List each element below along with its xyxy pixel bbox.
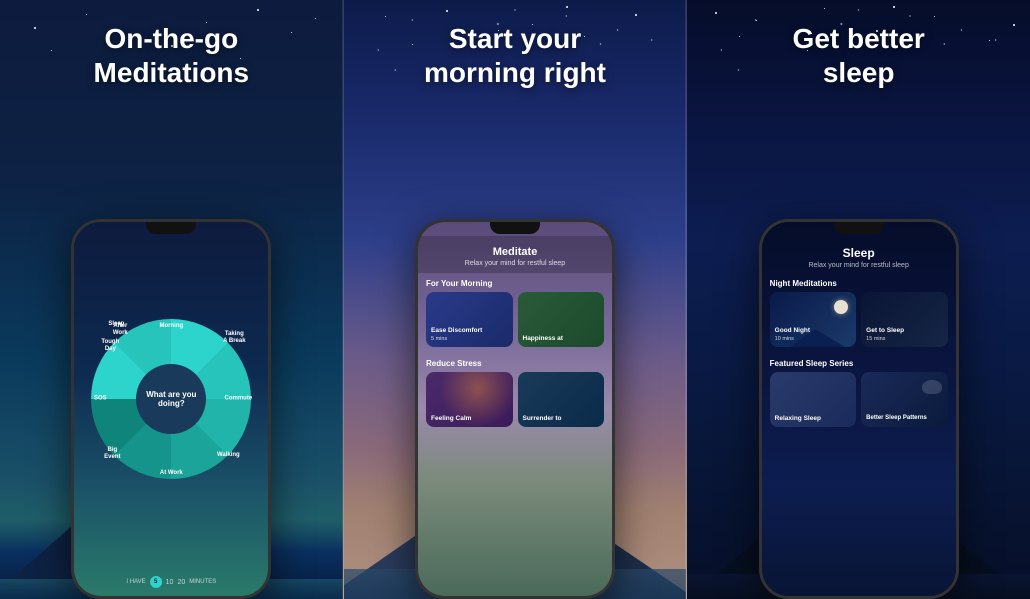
get-to-sleep-text: Get to Sleep 15 mins [866, 327, 904, 343]
panel-3-title: Get better sleep [773, 0, 945, 105]
phone-screen-2: Meditate Relax your mind for restful sle… [418, 222, 612, 596]
star [51, 50, 52, 51]
star [739, 36, 740, 37]
phone-mockup-3: Sleep Relax your mind for restful sleep … [687, 105, 1030, 599]
better-sleep-card[interactable]: Better Sleep Patterns [861, 372, 948, 427]
phone-device-3: Sleep Relax your mind for restful sleep … [759, 219, 959, 599]
phone-mockup-1: What are you doing? Morning TakingA Brea… [0, 105, 343, 599]
phone-notch-2 [490, 222, 540, 234]
star [756, 20, 757, 21]
relaxing-sleep-card[interactable]: Relaxing Sleep [770, 372, 857, 427]
card-happiness-text: Happiness at [523, 335, 563, 343]
panel-2-title: Start your morning right [404, 0, 626, 105]
star [34, 27, 36, 29]
surrender-card[interactable]: Surrender to [518, 372, 605, 427]
wheel-label-tough-day: ToughDay [95, 339, 125, 353]
wheel-label-big-event: BigEvent [97, 447, 127, 461]
sheep-decoration [922, 380, 942, 394]
wheel-label-sleep: Sleep [101, 321, 131, 328]
wheel-label-morning: Morning [156, 323, 186, 330]
feeling-calm-card[interactable]: Feeling Calm [426, 372, 513, 427]
panel-1-title: On-the-go Meditations [74, 0, 270, 105]
meditate-title: Meditate [428, 246, 602, 258]
morning-section-label: For Your Morning [418, 273, 612, 292]
time-selection-bar: I HAVE 5 10 20 MINUTES [126, 576, 216, 588]
panel-morning: Start your morning right Meditate Relax … [343, 0, 688, 599]
phone-screen-3: Sleep Relax your mind for restful sleep … [762, 222, 956, 596]
stress-cards-row: Feeling Calm Surrender to [418, 372, 612, 433]
panel-sleep: Get better sleep Sleep Relax your mind f… [687, 0, 1030, 599]
featured-cards-row: Relaxing Sleep Better Sleep Patterns [762, 372, 956, 433]
wheel-label-at-work: At Work [156, 470, 186, 477]
wheel-label-commute: Commute [223, 395, 253, 402]
moon-decoration [834, 300, 848, 314]
meditate-subtitle: Relax your mind for restful sleep [428, 260, 602, 267]
wheel-center: What are you doing? [136, 364, 206, 434]
card-ease-text: Ease Discomfort 5 mins [431, 327, 482, 343]
morning-cards-row: Ease Discomfort 5 mins Happiness at [418, 292, 612, 353]
card-calm-text: Feeling Calm [431, 415, 471, 423]
sleep-header: Sleep Relax your mind for restful sleep [762, 236, 956, 273]
meditation-wheel: What are you doing? Morning TakingA Brea… [91, 319, 251, 479]
sleep-subtitle: Relax your mind for restful sleep [772, 262, 946, 269]
ease-discomfort-card[interactable]: Ease Discomfort 5 mins [426, 292, 513, 347]
time-5-badge[interactable]: 5 [150, 576, 162, 588]
relaxing-sleep-text: Relaxing Sleep [775, 415, 821, 423]
phone-mockup-2: Meditate Relax your mind for restful sle… [344, 105, 687, 599]
wheel-label-walking: Walking [213, 452, 243, 459]
reduce-stress-label: Reduce Stress [418, 353, 612, 372]
wheel-label-taking-break: TakingA Break [219, 331, 249, 345]
phone-screen-1: What are you doing? Morning TakingA Brea… [74, 222, 268, 596]
star [715, 12, 717, 14]
good-night-card[interactable]: Good Night 10 mins [770, 292, 857, 347]
star [1013, 24, 1015, 26]
star [291, 32, 292, 33]
phone-notch [146, 222, 196, 234]
star [385, 16, 386, 17]
phone-notch-3 [834, 222, 884, 234]
phone-device-1: What are you doing? Morning TakingA Brea… [71, 219, 271, 599]
star [989, 40, 990, 41]
get-to-sleep-card[interactable]: Get to Sleep 15 mins [861, 292, 948, 347]
wheel-label-sos: SOS [85, 395, 115, 402]
better-sleep-text: Better Sleep Patterns [866, 415, 927, 423]
panel-meditations: On-the-go Meditations What are you doing… [0, 0, 343, 599]
meditate-header: Meditate Relax your mind for restful sle… [418, 236, 612, 273]
good-night-text: Good Night 10 mins [775, 327, 810, 343]
sleep-title: Sleep [772, 246, 946, 260]
happiness-card[interactable]: Happiness at [518, 292, 605, 347]
card-surrender-text: Surrender to [523, 415, 562, 423]
phone-device-2: Meditate Relax your mind for restful sle… [415, 219, 615, 599]
night-meditations-label: Night Meditations [762, 273, 956, 292]
night-cards-row: Good Night 10 mins Get to Sleep 15 mins [762, 292, 956, 353]
star [315, 18, 316, 19]
featured-sleep-label: Featured Sleep Series [762, 353, 956, 372]
star [635, 14, 637, 16]
